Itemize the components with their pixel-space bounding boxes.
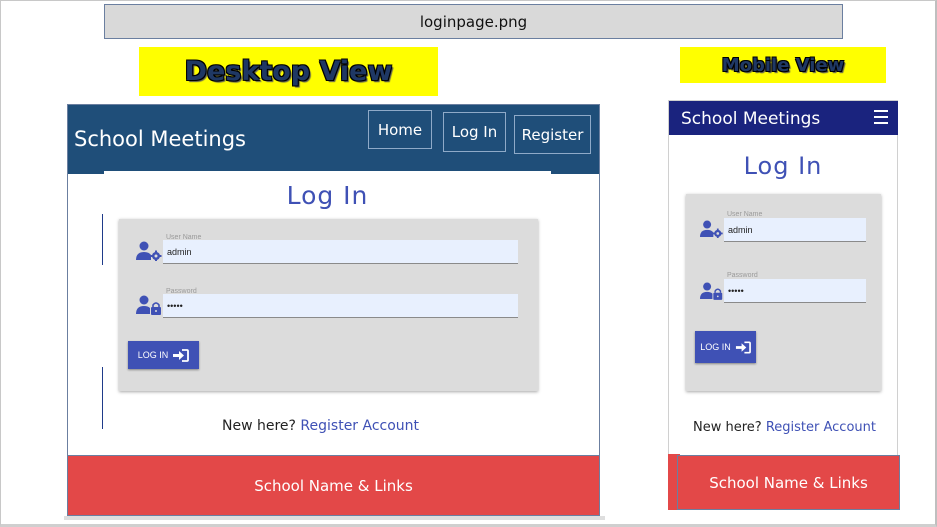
mobile-view-label-text: Mobile View <box>721 54 845 76</box>
user-cog-icon <box>136 241 163 261</box>
mobile-login-form: User Name admin Password ••••• LOG IN <box>686 194 881 391</box>
mobile-view-label: Mobile View <box>680 47 886 83</box>
mobile-navbar: School Meetings <box>669 101 898 135</box>
mobile-new-here-text: New here? Register Account <box>693 420 876 435</box>
password-input[interactable]: ••••• <box>163 294 518 318</box>
user-cog-icon <box>700 220 724 238</box>
login-button-label: LOG IN <box>137 350 169 360</box>
desktop-footer-text: School Name & Links <box>254 476 413 495</box>
mobile-footer: School Name & Links <box>677 455 900 510</box>
user-lock-icon <box>700 282 724 300</box>
mobile-username-label: User Name <box>727 211 763 218</box>
desktop-login-form: User Name admin Password ••••• LOG IN <box>119 219 538 391</box>
mobile-mockup: School Meetings Log In User Name admin P… <box>668 100 898 509</box>
nav-home-button[interactable]: Home <box>368 110 432 149</box>
desktop-navbar: School Meetings Home Log In Register <box>68 105 599 174</box>
desktop-left-accent-line <box>102 367 103 429</box>
desktop-new-here-label: New here? <box>222 418 296 434</box>
mobile-register-account-link[interactable]: Register Account <box>766 420 876 435</box>
desktop-new-here-text: New here? Register Account <box>222 418 419 434</box>
desktop-left-accent-line <box>102 214 103 265</box>
mobile-login-button[interactable]: LOG IN <box>695 331 756 363</box>
username-input[interactable]: admin <box>163 240 518 264</box>
nav-login-button[interactable]: Log In <box>443 112 506 152</box>
desktop-brand[interactable]: School Meetings <box>74 127 246 151</box>
mobile-login-title: Log In <box>743 152 823 180</box>
hamburger-menu-icon[interactable] <box>874 110 888 124</box>
mobile-login-button-label: LOG IN <box>700 342 731 352</box>
sign-in-icon <box>173 348 190 362</box>
mobile-brand[interactable]: School Meetings <box>681 109 820 129</box>
user-lock-icon <box>136 295 163 315</box>
mobile-password-label: Password <box>727 272 758 279</box>
desktop-bottom-shadow <box>64 516 605 520</box>
desktop-view-label-text: Desktop View <box>184 56 393 87</box>
sign-in-icon <box>735 340 751 354</box>
mobile-username-input[interactable]: admin <box>724 218 866 242</box>
filename-text: loginpage.png <box>419 12 528 31</box>
desktop-register-account-link[interactable]: Register Account <box>300 418 419 434</box>
mobile-new-here-label: New here? <box>693 420 762 435</box>
desktop-footer: School Name & Links <box>67 455 600 516</box>
filename-bar: loginpage.png <box>104 4 843 39</box>
mobile-footer-text: School Name & Links <box>709 473 868 492</box>
nav-register-button[interactable]: Register <box>514 115 591 154</box>
desktop-login-title: Log In <box>286 181 369 210</box>
mobile-password-input[interactable]: ••••• <box>724 279 866 303</box>
desktop-view-label: Desktop View <box>139 47 438 96</box>
login-button[interactable]: LOG IN <box>128 341 199 369</box>
